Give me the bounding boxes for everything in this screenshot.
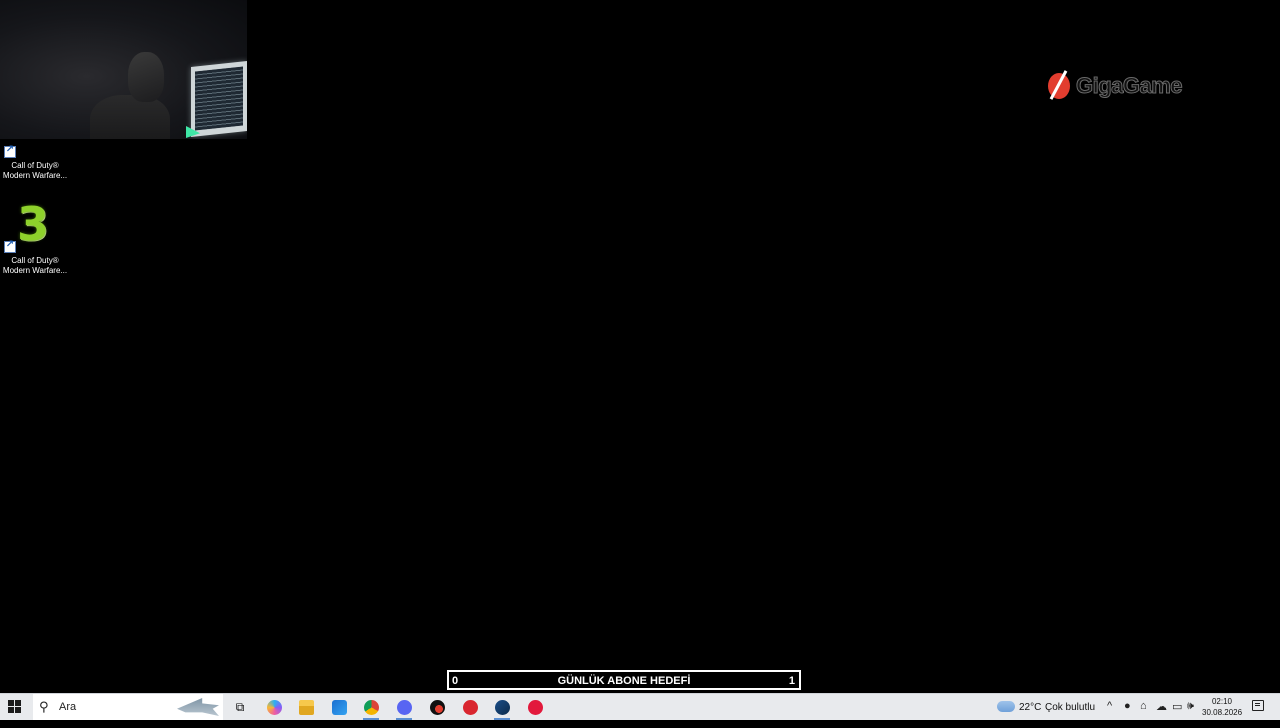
goal-title: GÜNLÜK ABONE HEDEFİ [557,675,691,687]
taskbar-search-box[interactable]: ⚲ Ara [33,694,223,720]
copilot-icon[interactable] [263,697,285,717]
desktop-icon-label: Call of Duty® [11,256,59,265]
logo-mark-icon [1048,73,1070,99]
desktop-icon-label: Call of Duty® [11,161,59,170]
subscriber-goal-bar: 0 GÜNLÜK ABONE HEDEFİ 1 [447,670,801,690]
cloud-sync-icon[interactable]: ☁ [1156,700,1167,713]
weather-temperature[interactable]: 22°C [1019,702,1041,728]
chrome-icon[interactable] [360,697,382,720]
steam-icon[interactable] [491,697,513,720]
search-placeholder: Ara [59,701,77,713]
discord-icon[interactable] [393,697,415,720]
taskbar-clock[interactable]: 02:10 30.08.2026 [1202,696,1242,718]
task-view-icon[interactable]: ⧉ [229,697,251,717]
goal-target: 1 [788,675,795,687]
network-icon[interactable]: ▭ [1172,700,1182,713]
tray-app-icon[interactable]: ⌂ [1140,700,1147,712]
start-windows-icon[interactable] [8,700,22,714]
desktop-icon-cod-mw-1[interactable]: Call of Duty® Modern Warfare... [0,145,70,181]
app-red-icon[interactable] [459,697,481,717]
person-silhouette [90,95,170,139]
weather-condition[interactable]: Çok bulutlu [1045,702,1095,728]
search-icon: ⚲ [39,699,49,714]
clock-date: 30.08.2026 [1202,708,1243,717]
microphone-icon[interactable]: ● [1124,700,1131,712]
monitor-screen [191,61,247,137]
desktop-icon-label: Modern Warfare... [2,171,68,180]
search-highlight-shark-icon [177,698,219,716]
person-head [128,52,164,102]
logo-text: GigaGame [1075,73,1183,99]
file-explorer-icon[interactable] [295,697,317,717]
watermark-logo: GigaGame [1048,70,1183,102]
shortcut-arrow-icon [4,145,16,158]
clock-time: 02:10 [1211,697,1233,706]
notification-center-icon[interactable] [1252,700,1264,711]
media-player-icon[interactable] [524,697,546,717]
shortcut-arrow-icon [4,240,16,253]
volume-icon[interactable]: 🕪 [1187,700,1194,713]
outlook-icon[interactable] [328,697,350,717]
desktop-icon-cod-mw-2[interactable]: Call of Duty® Modern Warfare... [0,240,70,276]
chevron-up-icon[interactable]: ^ [1107,700,1112,712]
weather-cloud-icon[interactable] [997,697,1015,712]
taskbar: ⚲ Ara ⧉ 22°C Çok bulutlu ^ ● ⌂ ☁ ▭ 🕪 02:… [0,693,1280,720]
app-icon[interactable] [426,697,448,717]
webcam-overlay [0,0,247,139]
desktop-icon-label: Modern Warfare... [2,266,68,275]
